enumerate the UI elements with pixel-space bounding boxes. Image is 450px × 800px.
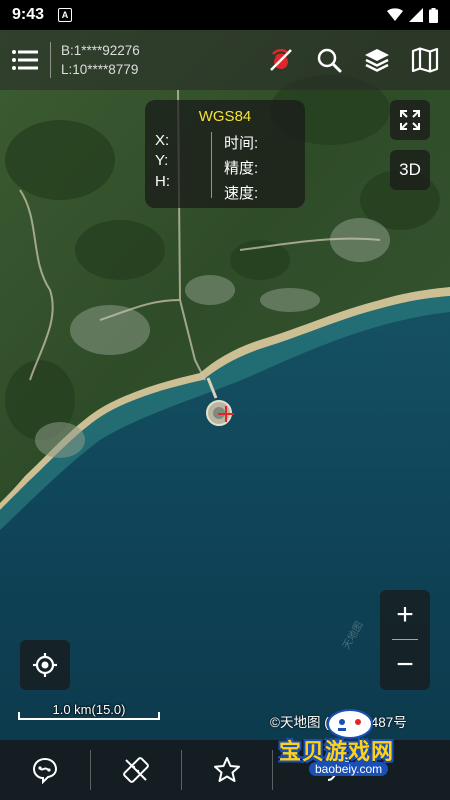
signal-icon	[409, 8, 423, 22]
watermark-url: baobeiy.com	[309, 762, 389, 776]
favorites-button[interactable]	[182, 740, 272, 800]
svg-text:天地图: 天地图	[339, 619, 365, 651]
zoom-controls: + −	[380, 590, 430, 690]
status-right	[387, 7, 438, 23]
menu-icon	[12, 50, 38, 70]
status-time: 9:43	[12, 6, 45, 23]
locate-button[interactable]	[20, 640, 70, 690]
datum-title: WGS84	[198, 108, 252, 125]
3d-button[interactable]: 3D	[390, 150, 430, 190]
coord-b: B:1****92276	[61, 43, 140, 58]
layers-icon	[365, 49, 389, 72]
layers-button[interactable]	[360, 43, 394, 77]
menu-button[interactable]	[0, 30, 50, 90]
location-info-panel: WGS84 X: Y: H: 时间: 精度: 速度:	[145, 100, 305, 208]
zoom-out-button[interactable]: −	[380, 640, 430, 690]
toolbar-actions	[264, 30, 442, 90]
scale-bar: 1.0 km(15.0)	[18, 702, 160, 720]
status-bar: 9:43 A	[0, 0, 450, 30]
battery-icon	[429, 7, 438, 23]
site-watermark: 宝贝游戏网 baobeiy.com	[275, 698, 425, 782]
measure-button[interactable]	[91, 740, 181, 800]
speed-label: 速度:	[224, 185, 259, 202]
gps-toggle-button[interactable]	[264, 43, 298, 77]
search-button[interactable]	[312, 43, 346, 77]
notification-icon: A	[58, 8, 73, 22]
y-label: Y:	[155, 152, 169, 169]
coordinate-readout: B:1****92276 L:10****8779	[51, 41, 140, 79]
zoom-in-button[interactable]: +	[380, 590, 430, 640]
time-label: 时间:	[224, 135, 259, 152]
track-button[interactable]	[0, 740, 90, 800]
info-divider	[211, 132, 212, 198]
gps-off-icon	[270, 49, 292, 71]
no-measure-icon	[123, 757, 149, 783]
basemap-button[interactable]	[408, 43, 442, 77]
x-label: X:	[155, 132, 170, 149]
accuracy-label: 精度:	[224, 160, 259, 177]
h-label: H:	[155, 173, 170, 190]
star-icon	[214, 757, 240, 782]
map-icon	[411, 47, 439, 73]
wifi-icon	[387, 8, 403, 21]
crosshair-icon	[218, 406, 234, 422]
scale-line	[18, 712, 160, 720]
nav-separator	[272, 750, 273, 790]
search-icon	[317, 48, 342, 73]
fullscreen-button[interactable]	[390, 100, 430, 140]
top-toolbar: B:1****92276 L:10****8779	[0, 30, 450, 90]
fullscreen-icon	[400, 110, 420, 130]
locate-icon	[33, 653, 57, 677]
coord-l: L:10****8779	[61, 62, 139, 77]
track-icon	[32, 757, 58, 785]
